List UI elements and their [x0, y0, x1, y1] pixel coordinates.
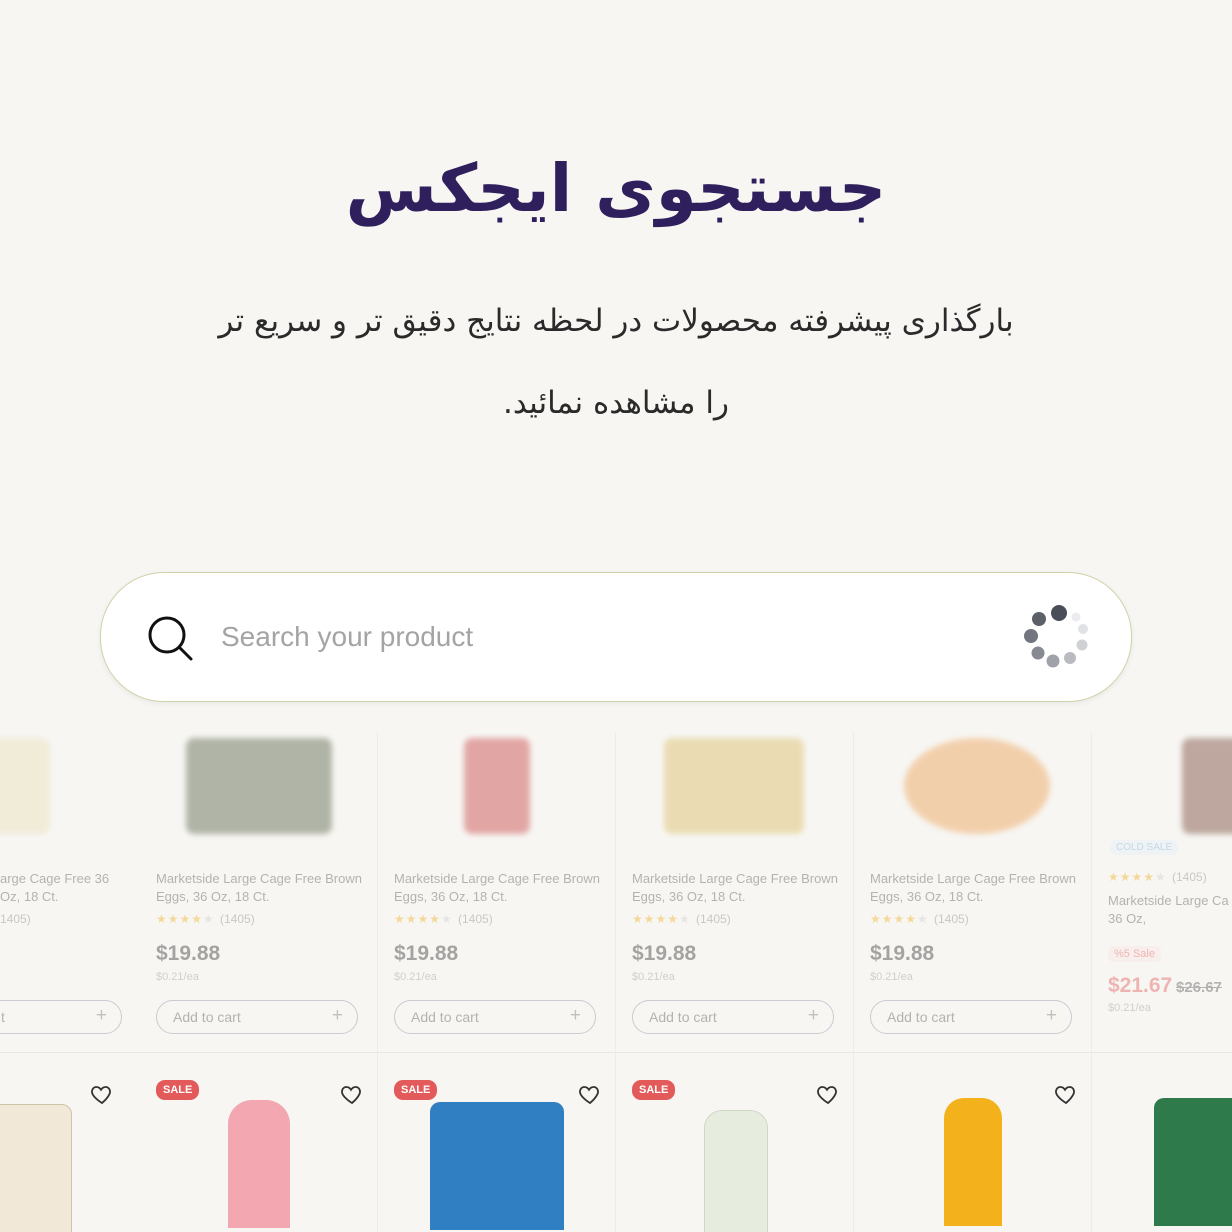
sale-badge: SALE [394, 1080, 438, 1100]
product-card[interactable]: SALE [140, 732, 378, 1232]
product-image [228, 1100, 290, 1228]
page-title: جستجوی ایجکس [345, 150, 887, 227]
heart-icon[interactable] [578, 1082, 602, 1106]
page-subtitle: بارگذاری پیشرفته محصولات در لحظه نتایج د… [218, 303, 1014, 421]
heart-icon[interactable] [816, 1082, 840, 1106]
product-image [1154, 1098, 1232, 1226]
heart-icon[interactable] [90, 1082, 114, 1106]
product-card[interactable]: SALE [616, 732, 854, 1232]
spinner-icon [1024, 605, 1088, 668]
product-image [944, 1098, 1002, 1226]
product-image [430, 1102, 564, 1230]
sale-badge: SALE [632, 1080, 676, 1100]
heart-icon[interactable] [1054, 1082, 1078, 1106]
product-image [0, 1104, 72, 1232]
product-image [704, 1110, 768, 1232]
product-card[interactable] [0, 732, 140, 1232]
product-grid: arge Cage Free 36 Oz, 18 Ct. 1405) t + M… [0, 732, 1232, 1232]
heart-icon[interactable] [340, 1082, 364, 1106]
search-bar[interactable] [100, 572, 1132, 702]
sale-badge: SALE [156, 1080, 200, 1100]
product-card[interactable] [854, 732, 1092, 1232]
search-input[interactable] [219, 611, 923, 663]
product-card[interactable] [1092, 732, 1232, 1232]
product-card[interactable]: SALE [378, 732, 616, 1232]
search-icon[interactable] [145, 613, 195, 663]
